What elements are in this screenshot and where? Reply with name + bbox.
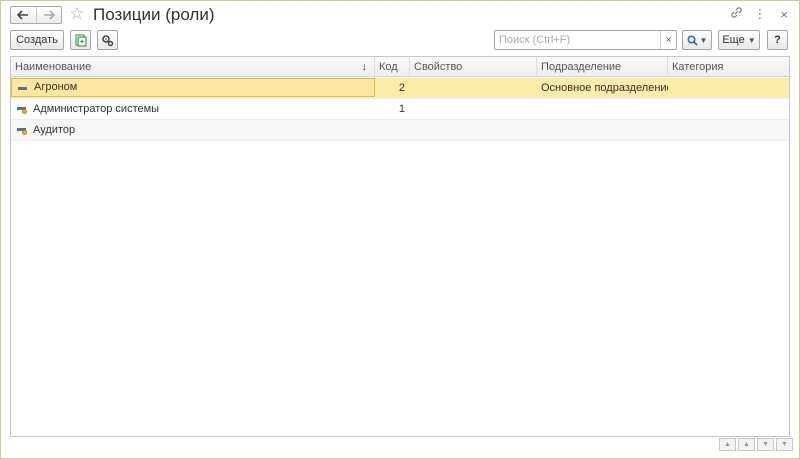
search-icon bbox=[687, 34, 698, 46]
table-scroll-controls: ▲ ▲ ▼ ▼ bbox=[719, 438, 793, 451]
cell-property bbox=[410, 99, 537, 119]
cell-department bbox=[537, 99, 668, 119]
form-window: ☆ Позиции (роли) ⋮ × Создать Поиск (Ctrl… bbox=[0, 0, 800, 459]
help-button[interactable]: ? bbox=[767, 30, 788, 50]
forward-button[interactable] bbox=[35, 7, 61, 23]
navigation-group bbox=[10, 6, 62, 24]
cell-property bbox=[410, 120, 537, 140]
scroll-first-icon[interactable]: ▲ bbox=[719, 438, 736, 451]
column-header-name[interactable]: Наименование ↓ bbox=[11, 57, 375, 77]
gears-icon bbox=[102, 34, 114, 46]
copy-document-icon bbox=[75, 34, 86, 46]
search-input[interactable] bbox=[495, 31, 659, 49]
table-row[interactable]: Администратор системы 1 bbox=[11, 99, 789, 120]
cell-department bbox=[537, 120, 668, 140]
search-field[interactable]: × bbox=[494, 30, 677, 50]
column-header-property[interactable]: Свойство bbox=[410, 57, 537, 77]
position-marked-icon bbox=[17, 104, 27, 114]
cell-category bbox=[668, 78, 789, 98]
cell-code bbox=[375, 120, 410, 140]
settings-button[interactable] bbox=[97, 30, 118, 50]
column-header-department[interactable]: Подразделение bbox=[537, 57, 668, 77]
cell-code: 2 bbox=[398, 82, 405, 94]
column-header-category[interactable]: Категория bbox=[668, 57, 789, 77]
more-button[interactable]: Еще ▼ bbox=[718, 30, 760, 50]
cell-name[interactable]: Администратор системы bbox=[11, 99, 375, 119]
position-icon bbox=[18, 84, 28, 93]
arrow-left-icon bbox=[17, 10, 29, 20]
scroll-up-icon[interactable]: ▲ bbox=[738, 438, 755, 451]
scroll-down-icon[interactable]: ▼ bbox=[757, 438, 774, 451]
copy-button[interactable] bbox=[70, 30, 91, 50]
create-button[interactable]: Создать bbox=[10, 30, 64, 50]
more-label: Еще bbox=[722, 34, 745, 46]
scroll-last-icon[interactable]: ▼ bbox=[776, 438, 793, 451]
column-header-code[interactable]: Код bbox=[375, 57, 410, 77]
page-title: Позиции (роли) bbox=[93, 5, 215, 24]
command-bar: Создать × ▼ Еще ▼ ? bbox=[1, 29, 799, 53]
sort-down-icon: ↓ bbox=[361, 61, 368, 73]
more-vertical-icon[interactable]: ⋮ bbox=[753, 6, 767, 22]
find-button[interactable]: ▼ bbox=[682, 30, 712, 50]
star-icon[interactable]: ☆ bbox=[68, 5, 86, 23]
cell-name[interactable]: Агроном bbox=[11, 78, 375, 97]
table-row[interactable]: Агроном 2 Основное подразделение bbox=[11, 78, 789, 99]
cell-code: 1 bbox=[398, 103, 405, 115]
position-marked-icon bbox=[17, 125, 27, 135]
chevron-down-icon: ▼ bbox=[747, 35, 756, 45]
cell-department: Основное подразделение bbox=[541, 82, 668, 94]
window-controls: ⋮ × bbox=[729, 6, 791, 22]
cell-category bbox=[668, 120, 789, 140]
arrow-right-icon bbox=[43, 10, 55, 20]
link-icon[interactable] bbox=[729, 6, 743, 22]
cell-name[interactable]: Аудитор bbox=[11, 120, 375, 140]
cell-property bbox=[410, 78, 537, 98]
table-row[interactable]: Аудитор bbox=[11, 120, 789, 141]
back-button[interactable] bbox=[11, 7, 36, 23]
title-bar: ☆ Позиции (роли) ⋮ × bbox=[1, 1, 799, 29]
chevron-down-icon: ▼ bbox=[699, 35, 708, 45]
cell-category bbox=[668, 99, 789, 119]
positions-table[interactable]: Наименование ↓ Код Свойство Подразделени… bbox=[10, 56, 790, 437]
close-icon[interactable]: × bbox=[777, 7, 791, 22]
clear-search-button[interactable]: × bbox=[660, 31, 676, 49]
table-header: Наименование ↓ Код Свойство Подразделени… bbox=[11, 57, 789, 77]
